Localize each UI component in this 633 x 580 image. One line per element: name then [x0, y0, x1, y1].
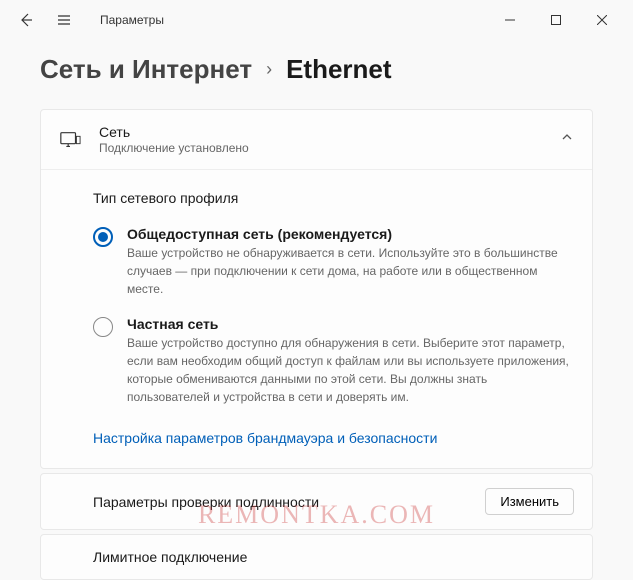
breadcrumb-current: Ethernet	[286, 54, 391, 85]
menu-icon[interactable]	[54, 10, 74, 30]
auth-title: Параметры проверки подлинности	[93, 494, 485, 510]
radio-public-desc: Ваше устройство не обнаруживается в сети…	[127, 244, 572, 298]
breadcrumb: Сеть и Интернет › Ethernet	[0, 40, 633, 109]
back-button[interactable]	[16, 10, 36, 30]
app-title: Параметры	[100, 13, 164, 27]
network-title: Сеть	[99, 124, 560, 140]
radio-private[interactable]	[93, 317, 113, 337]
radio-option-private[interactable]: Частная сеть Ваше устройство доступно дл…	[93, 316, 572, 406]
auth-row: Параметры проверки подлинности Изменить	[40, 473, 593, 530]
network-status: Подключение установлено	[99, 141, 560, 155]
firewall-settings-link[interactable]: Настройка параметров брандмауэра и безоп…	[93, 430, 437, 446]
breadcrumb-parent[interactable]: Сеть и Интернет	[40, 54, 252, 85]
limit-row[interactable]: Лимитное подключение	[40, 534, 593, 580]
profile-type-label: Тип сетевого профиля	[93, 190, 572, 206]
change-button[interactable]: Изменить	[485, 488, 574, 515]
chevron-up-icon	[560, 130, 574, 149]
titlebar: Параметры	[0, 0, 633, 40]
maximize-button[interactable]	[533, 4, 579, 36]
network-card-header[interactable]: Сеть Подключение установлено	[41, 110, 592, 169]
minimize-button[interactable]	[487, 4, 533, 36]
close-button[interactable]	[579, 4, 625, 36]
radio-private-title: Частная сеть	[127, 316, 572, 332]
radio-public[interactable]	[93, 227, 113, 247]
network-card: Сеть Подключение установлено Тип сетевог…	[40, 109, 593, 469]
monitor-icon	[59, 129, 81, 151]
limit-title: Лимитное подключение	[93, 549, 574, 565]
radio-option-public[interactable]: Общедоступная сеть (рекомендуется) Ваше …	[93, 226, 572, 298]
chevron-right-icon: ›	[266, 59, 272, 80]
radio-public-title: Общедоступная сеть (рекомендуется)	[127, 226, 572, 242]
radio-private-desc: Ваше устройство доступно для обнаружения…	[127, 334, 572, 406]
